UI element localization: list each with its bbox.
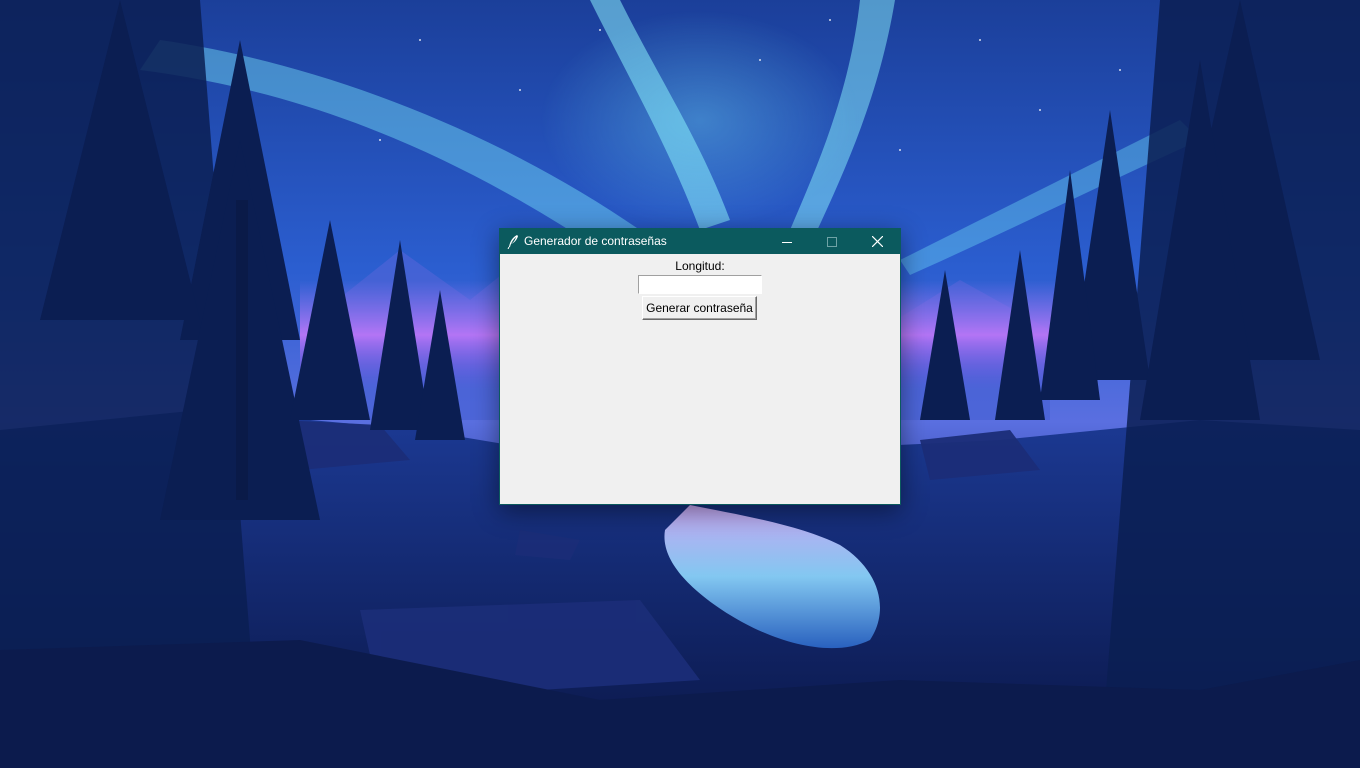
window-title: Generador de contraseñas — [524, 234, 667, 248]
close-icon — [872, 236, 883, 247]
maximize-icon — [826, 236, 837, 247]
length-input[interactable] — [638, 275, 762, 294]
feather-icon[interactable] — [506, 234, 520, 250]
minimize-icon — [781, 237, 792, 247]
generate-password-button[interactable]: Generar contraseña — [642, 296, 757, 320]
close-button[interactable] — [855, 229, 900, 254]
app-window: Generador de contraseñas Longitud: Gener… — [499, 228, 901, 505]
maximize-button[interactable] — [809, 229, 854, 254]
length-label: Longitud: — [675, 259, 725, 273]
window-titlebar[interactable]: Generador de contraseñas — [500, 229, 900, 254]
window-client-area: Longitud: Generar contraseña — [500, 254, 900, 504]
minimize-button[interactable] — [764, 229, 809, 254]
